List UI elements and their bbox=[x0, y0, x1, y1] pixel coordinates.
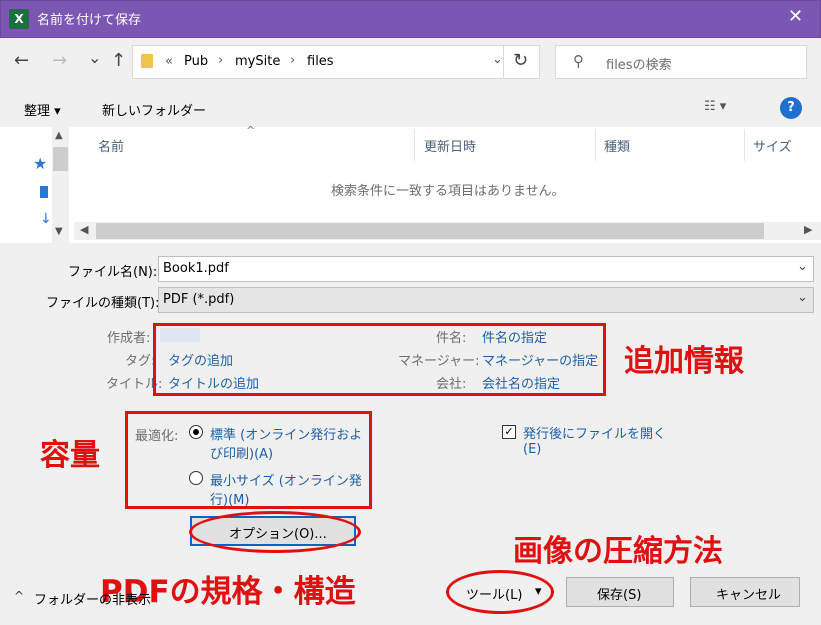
address-dropdown-icon[interactable]: ⌄ bbox=[492, 52, 503, 67]
filetype-label: ファイルの種類(T): bbox=[46, 296, 160, 311]
sort-arrow-icon: ^ bbox=[246, 124, 256, 137]
breadcrumb-item-files[interactable]: files bbox=[307, 54, 334, 69]
annotation-ellipse-tools bbox=[446, 570, 554, 614]
folder-icon bbox=[141, 54, 153, 68]
view-options-icon[interactable]: ☷ ▾ bbox=[704, 99, 726, 114]
horizontal-scrollbar-thumb[interactable] bbox=[96, 223, 764, 239]
chevron-up-icon[interactable]: ^ bbox=[14, 589, 24, 603]
column-divider bbox=[414, 129, 415, 161]
open-after-label-1[interactable]: 発行後にファイルを開く bbox=[523, 423, 666, 442]
forward-icon[interactable]: → bbox=[52, 50, 67, 71]
annotation-box-capacity bbox=[125, 411, 372, 509]
divider bbox=[503, 46, 504, 78]
search-icon: ⚲ bbox=[573, 52, 584, 70]
quick-access-star-icon[interactable]: ★ bbox=[33, 154, 47, 173]
column-header-name[interactable]: 名前 bbox=[98, 136, 124, 155]
recent-locations-icon[interactable]: ⌄ bbox=[88, 48, 101, 67]
column-divider bbox=[744, 129, 745, 161]
scroll-down-icon[interactable]: ▼ bbox=[55, 226, 63, 237]
annotation-box-extra-info bbox=[153, 323, 606, 396]
filename-value: Book1.pdf bbox=[163, 261, 229, 276]
desktop-icon[interactable] bbox=[40, 186, 48, 198]
open-after-label-2[interactable]: (E) bbox=[523, 442, 541, 457]
new-folder-button[interactable]: 新しいフォルダー bbox=[102, 100, 206, 119]
author-label: 作成者: bbox=[107, 331, 151, 346]
filetype-value: PDF (*.pdf) bbox=[163, 292, 235, 307]
excel-icon: X bbox=[9, 9, 29, 29]
hide-folders-link[interactable]: フォルダーの非表示 bbox=[34, 589, 151, 608]
breadcrumb-item-pub[interactable]: Pub bbox=[184, 54, 208, 69]
breadcrumb-item-mysite[interactable]: mySite bbox=[235, 54, 280, 69]
organize-button[interactable]: 整理 ▾ bbox=[24, 100, 61, 119]
filename-label: ファイル名(N): bbox=[68, 265, 158, 280]
chevron-down-icon[interactable]: ⌄ bbox=[797, 259, 808, 274]
column-header-size[interactable]: サイズ bbox=[753, 136, 792, 155]
open-after-checkbox[interactable]: ✓ bbox=[502, 425, 516, 439]
column-divider bbox=[595, 129, 596, 161]
annotation-extra-info: 追加情報 bbox=[624, 344, 744, 379]
save-button-label: 保存(S) bbox=[597, 588, 642, 603]
search-input[interactable] bbox=[555, 45, 807, 79]
empty-message: 検索条件に一致する項目はありません。 bbox=[331, 184, 565, 199]
window-title: 名前を付けて保存 bbox=[37, 13, 142, 28]
refresh-icon[interactable]: ↻ bbox=[513, 50, 528, 71]
downloads-icon[interactable]: ↓ bbox=[40, 211, 52, 227]
breadcrumb-prefix: « bbox=[165, 54, 173, 69]
scroll-right-icon[interactable]: ▶ bbox=[804, 223, 812, 236]
scroll-up-icon[interactable]: ▲ bbox=[55, 130, 63, 141]
nav-scrollbar-thumb[interactable] bbox=[53, 147, 68, 171]
column-header-type[interactable]: 種類 bbox=[604, 136, 630, 155]
chevron-right-icon: › bbox=[218, 53, 224, 68]
chevron-right-icon: › bbox=[290, 53, 296, 68]
column-header-modified[interactable]: 更新日時 bbox=[424, 136, 476, 155]
back-icon[interactable]: ← bbox=[14, 50, 29, 71]
close-icon[interactable]: ✕ bbox=[788, 6, 803, 27]
filetype-select[interactable] bbox=[158, 287, 814, 313]
chevron-down-icon[interactable]: ⌄ bbox=[797, 290, 808, 305]
filename-field[interactable] bbox=[158, 256, 814, 282]
scroll-left-icon[interactable]: ◀ bbox=[80, 223, 88, 236]
tags-label: タグ: bbox=[125, 354, 156, 369]
annotation-compression: 画像の圧縮方法 bbox=[513, 534, 723, 569]
up-icon[interactable]: ↑ bbox=[111, 50, 126, 71]
annotation-ellipse-options bbox=[189, 511, 361, 553]
help-icon[interactable]: ? bbox=[780, 97, 802, 119]
search-placeholder: filesの検索 bbox=[606, 58, 672, 73]
annotation-capacity: 容量 bbox=[40, 438, 100, 473]
cancel-button-label: キャンセル bbox=[716, 588, 782, 603]
